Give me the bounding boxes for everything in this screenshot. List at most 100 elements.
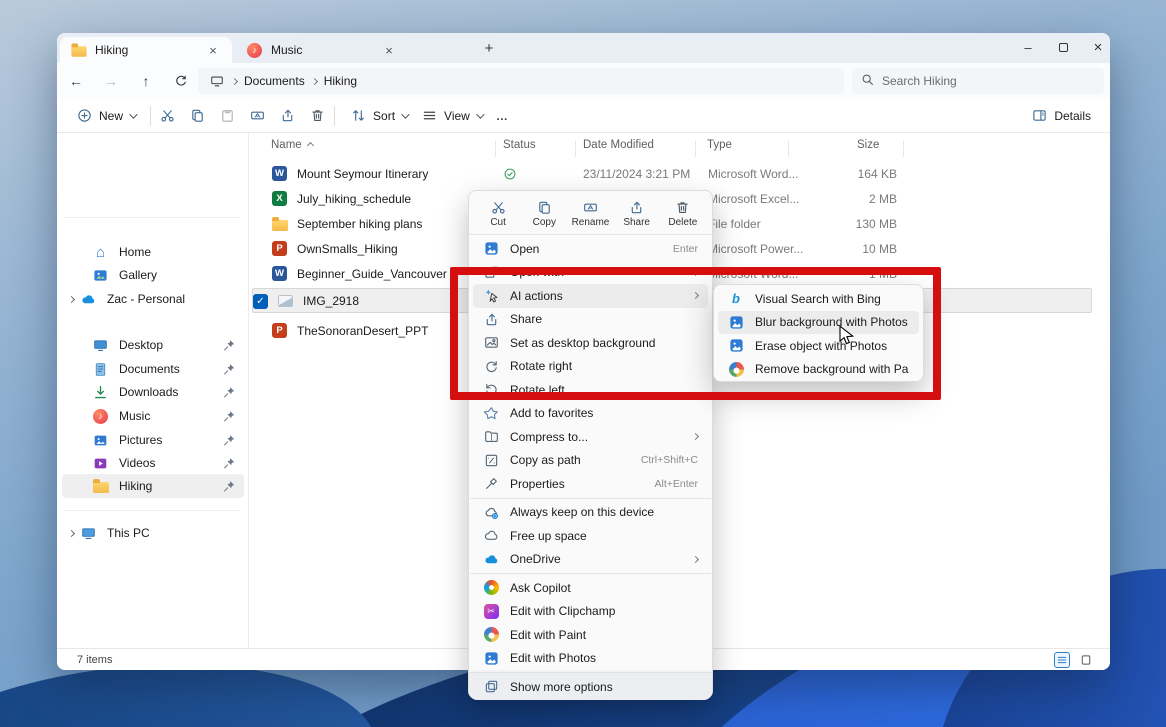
pin-icon <box>222 433 236 447</box>
file-name-cell: WBeginner_Guide_Vancouver <box>271 261 447 286</box>
menu-item-show-more-options[interactable]: Show more options <box>469 672 712 700</box>
close-button[interactable]: × <box>1076 33 1120 62</box>
menu-item-ask-copilot[interactable]: Ask Copilot <box>473 576 708 600</box>
photos-icon <box>483 651 499 666</box>
menu-item-label: Compress to... <box>510 430 682 444</box>
more-button[interactable]: … <box>489 102 515 130</box>
quick-action-copy[interactable]: Copy <box>523 194 565 234</box>
breadcrumb-hiking[interactable]: Hiking <box>324 74 357 88</box>
quick-action-cut[interactable]: Cut <box>477 194 519 234</box>
cloud-check-icon <box>483 505 499 520</box>
menu-item-free-up-space[interactable]: Free up space <box>473 524 708 548</box>
sidebar-item-gallery[interactable]: Gallery <box>62 263 244 287</box>
file-name: OwnSmalls_Hiking <box>297 242 398 256</box>
sidebar-item-desktop[interactable]: Desktop <box>62 333 244 357</box>
tab-hiking[interactable]: Hiking × <box>60 37 232 63</box>
column-header-date-modified[interactable]: Date Modified <box>583 139 654 151</box>
up-icon[interactable]: ↑ <box>133 68 159 94</box>
menu-item-edit-with-paint[interactable]: Edit with Paint <box>473 623 708 647</box>
menu-item-label: Ask Copilot <box>510 581 698 595</box>
menu-item-edit-with-photos[interactable]: Edit with Photos <box>473 647 708 671</box>
menu-item-always-keep-on-this-device[interactable]: Always keep on this device <box>473 501 708 525</box>
column-header-name[interactable]: Name <box>271 139 313 151</box>
column-header-label: Type <box>707 139 732 151</box>
sidebar-item-videos[interactable]: Videos <box>62 451 244 475</box>
quick-action-share[interactable]: Share <box>616 194 658 234</box>
search-input[interactable] <box>882 74 1082 88</box>
tab-music[interactable]: ♪ Music × <box>236 37 408 63</box>
checkbox-checked-icon[interactable]: ✓ <box>253 293 268 309</box>
menu-item-shortcut: Enter <box>673 243 698 255</box>
copy-button[interactable] <box>189 107 206 124</box>
quick-action-delete[interactable]: Delete <box>662 194 704 234</box>
file-type-powerpoint-icon: P <box>271 322 288 339</box>
sidebar-item-hiking[interactable]: Hiking <box>62 474 244 498</box>
menu-item-open[interactable]: OpenEnter <box>473 237 708 261</box>
chevron-down-icon <box>476 110 484 118</box>
sidebar-item-music[interactable]: ♪Music <box>62 404 244 428</box>
menu-item-compress-to[interactable]: Compress to... <box>473 425 708 449</box>
sidebar-item-downloads[interactable]: Downloads <box>62 380 244 404</box>
column-header-type[interactable]: Type <box>707 139 732 151</box>
expand-chevron-icon[interactable] <box>62 297 80 302</box>
file-name-cell: ✓IMG_2918 <box>253 288 359 313</box>
search-box[interactable] <box>852 68 1104 94</box>
file-row-mount-seymour-itinerary[interactable]: WMount Seymour Itinerary23/11/2024 3:21 … <box>249 161 1109 186</box>
back-icon[interactable]: ← <box>63 68 89 94</box>
sidebar-item-zac-personal[interactable]: Zac - Personal <box>62 287 244 311</box>
sort-button[interactable]: Sort <box>343 102 414 130</box>
sidebar: ⌂HomeGalleryZac - Personal Desktop Documen… <box>57 133 248 648</box>
column-header-size[interactable]: Size <box>857 139 879 151</box>
refresh-icon[interactable] <box>168 68 194 94</box>
menu-item-label: OneDrive <box>510 552 682 566</box>
cut-button[interactable] <box>159 107 176 124</box>
thumbnail-view-toggle[interactable] <box>1078 652 1094 668</box>
gallery-icon <box>92 267 109 284</box>
file-type: Microsoft Excel... <box>708 186 799 211</box>
context-menu-quick-actions: CutCopyRenameShare Delete <box>469 191 712 235</box>
address-input[interactable]: Documents Hiking <box>198 68 844 94</box>
breadcrumb-separator-icon <box>311 77 318 84</box>
quick-action-label: Delete <box>668 217 697 228</box>
submenu-chevron-icon <box>692 433 699 440</box>
monitor-icon <box>208 73 225 90</box>
sidebar-item-this-pc[interactable]: This PC <box>62 521 244 545</box>
column-header-status[interactable]: Status <box>503 139 536 151</box>
menu-item-onedrive[interactable]: OneDrive <box>473 548 708 572</box>
breadcrumb-documents[interactable]: Documents <box>244 74 305 88</box>
menu-item-edit-with-clipchamp[interactable]: ✂Edit with Clipchamp <box>473 600 708 624</box>
sidebar-item-label: Pictures <box>119 433 162 447</box>
quick-action-rename[interactable]: Rename <box>569 194 611 234</box>
details-view-toggle[interactable] <box>1054 652 1070 668</box>
share-button[interactable] <box>279 107 296 124</box>
menu-item-properties[interactable]: PropertiesAlt+Enter <box>473 472 708 496</box>
folder-icon <box>92 478 109 495</box>
sidebar-item-documents[interactable]: Documents <box>62 357 244 381</box>
forward-icon[interactable]: → <box>98 68 124 94</box>
view-button[interactable]: View <box>414 102 489 130</box>
file-date-modified: 23/11/2024 3:21 PM <box>583 161 690 186</box>
sidebar-item-label: Desktop <box>119 338 163 352</box>
column-header-label: Status <box>503 139 536 151</box>
menu-item-copy-as-path[interactable]: Copy as pathCtrl+Shift+C <box>473 449 708 473</box>
details-pane-button[interactable]: Details <box>1024 102 1098 130</box>
new-tab-button[interactable]: + <box>477 37 501 61</box>
sidebar-item-home[interactable]: ⌂Home <box>62 240 244 264</box>
paste-button[interactable] <box>219 107 236 124</box>
sidebar-item-pictures[interactable]: Pictures <box>62 428 244 452</box>
close-tab-icon[interactable]: × <box>204 43 222 58</box>
close-tab-icon[interactable]: × <box>380 43 398 58</box>
expand-chevron-icon[interactable] <box>62 531 80 536</box>
delete-button[interactable] <box>309 107 326 124</box>
new-button[interactable]: New <box>69 102 142 130</box>
file-type-word-icon: W <box>271 265 288 282</box>
music-icon: ♪ <box>246 42 263 59</box>
file-name: TheSonoranDesert_PPT <box>297 324 428 338</box>
show-more-icon <box>483 679 499 694</box>
tab-label: Hiking <box>95 43 128 57</box>
sync-status-icon <box>503 161 517 186</box>
rename-button[interactable] <box>249 107 266 124</box>
search-icon <box>861 73 874 89</box>
sidebar-item-label: This PC <box>107 526 150 540</box>
menu-item-add-to-favorites[interactable]: Add to favorites <box>473 402 708 426</box>
